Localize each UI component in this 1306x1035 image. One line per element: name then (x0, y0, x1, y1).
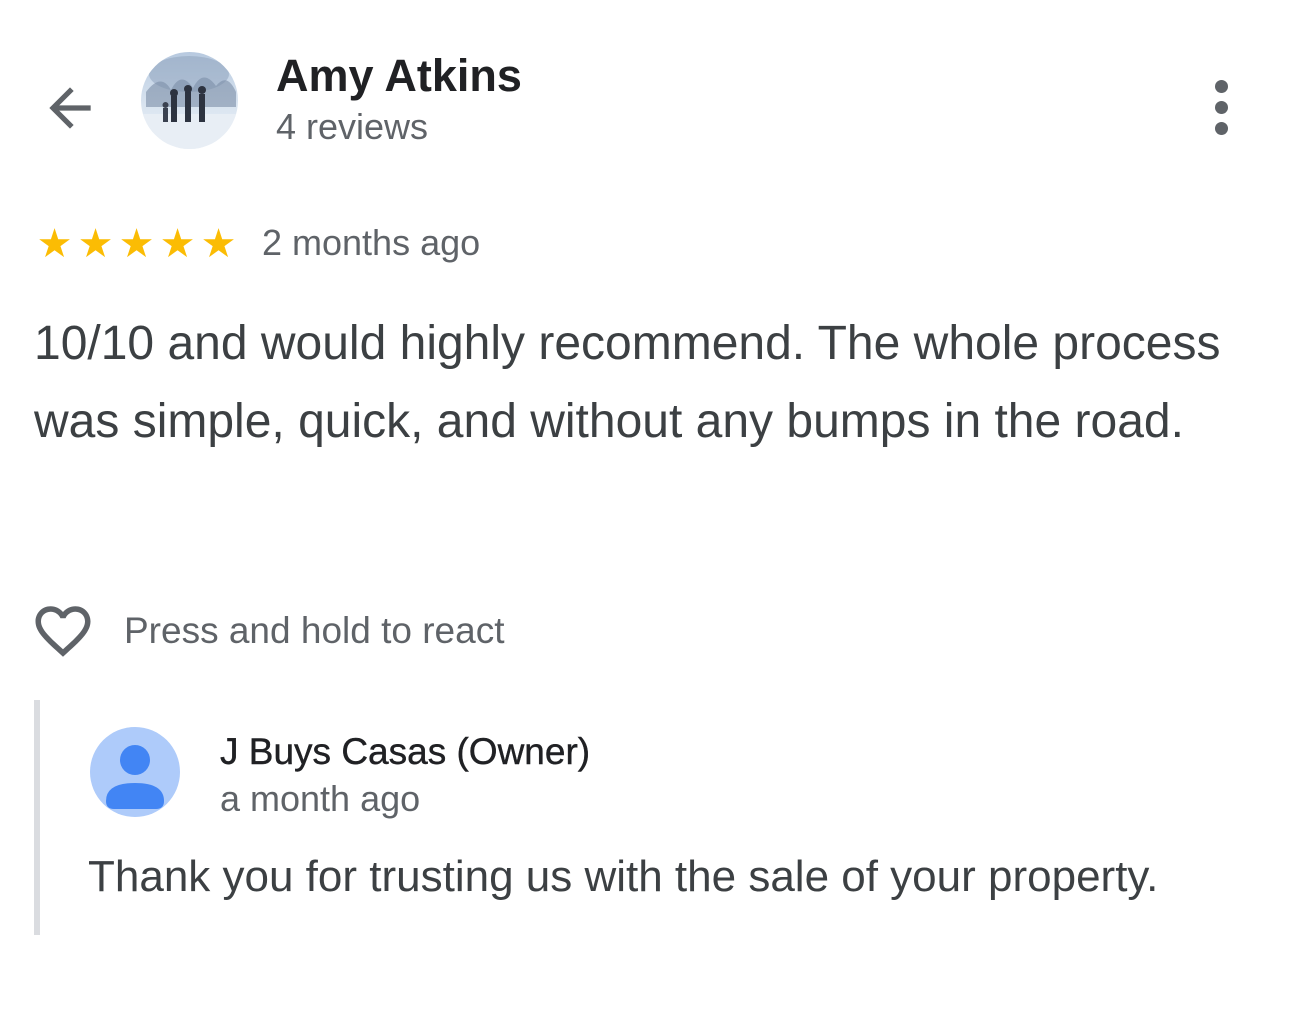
heart-outline-icon (35, 606, 91, 657)
star-icon: ★ (200, 222, 237, 266)
reviewer-photo (141, 52, 238, 149)
react-button[interactable]: Press and hold to react (30, 598, 505, 664)
more-vertical-icon-dot (1214, 100, 1228, 114)
review-time: 2 months ago (262, 222, 481, 263)
more-vertical-icon-dot (1214, 121, 1228, 135)
back-button[interactable] (38, 76, 102, 140)
star-icon: ★ (118, 222, 155, 266)
reviewer-review-count: 4 reviews (276, 106, 429, 147)
star-icon: ★ (36, 222, 73, 266)
arrow-left-icon (49, 87, 91, 129)
reviewer-avatar[interactable] (141, 52, 238, 149)
more-vertical-icon (1214, 79, 1228, 93)
review-text: 10/10 and would highly recommend. The wh… (34, 317, 1221, 448)
owner-name: J Buys Casas (Owner) (220, 731, 591, 772)
more-options-button[interactable] (1196, 74, 1246, 140)
star-rating: ★ ★ ★ ★ ★ (34, 222, 239, 266)
owner-reply-time: a month ago (220, 778, 421, 819)
reviewer-name[interactable]: Amy Atkins (276, 50, 522, 102)
react-label: Press and hold to react (124, 610, 505, 651)
owner-reply-text: Thank you for trusting us with the sale … (88, 852, 1159, 901)
person-avatar-icon (90, 727, 180, 817)
star-icon: ★ (159, 222, 196, 266)
owner-avatar (90, 727, 180, 817)
star-icon: ★ (77, 222, 114, 266)
